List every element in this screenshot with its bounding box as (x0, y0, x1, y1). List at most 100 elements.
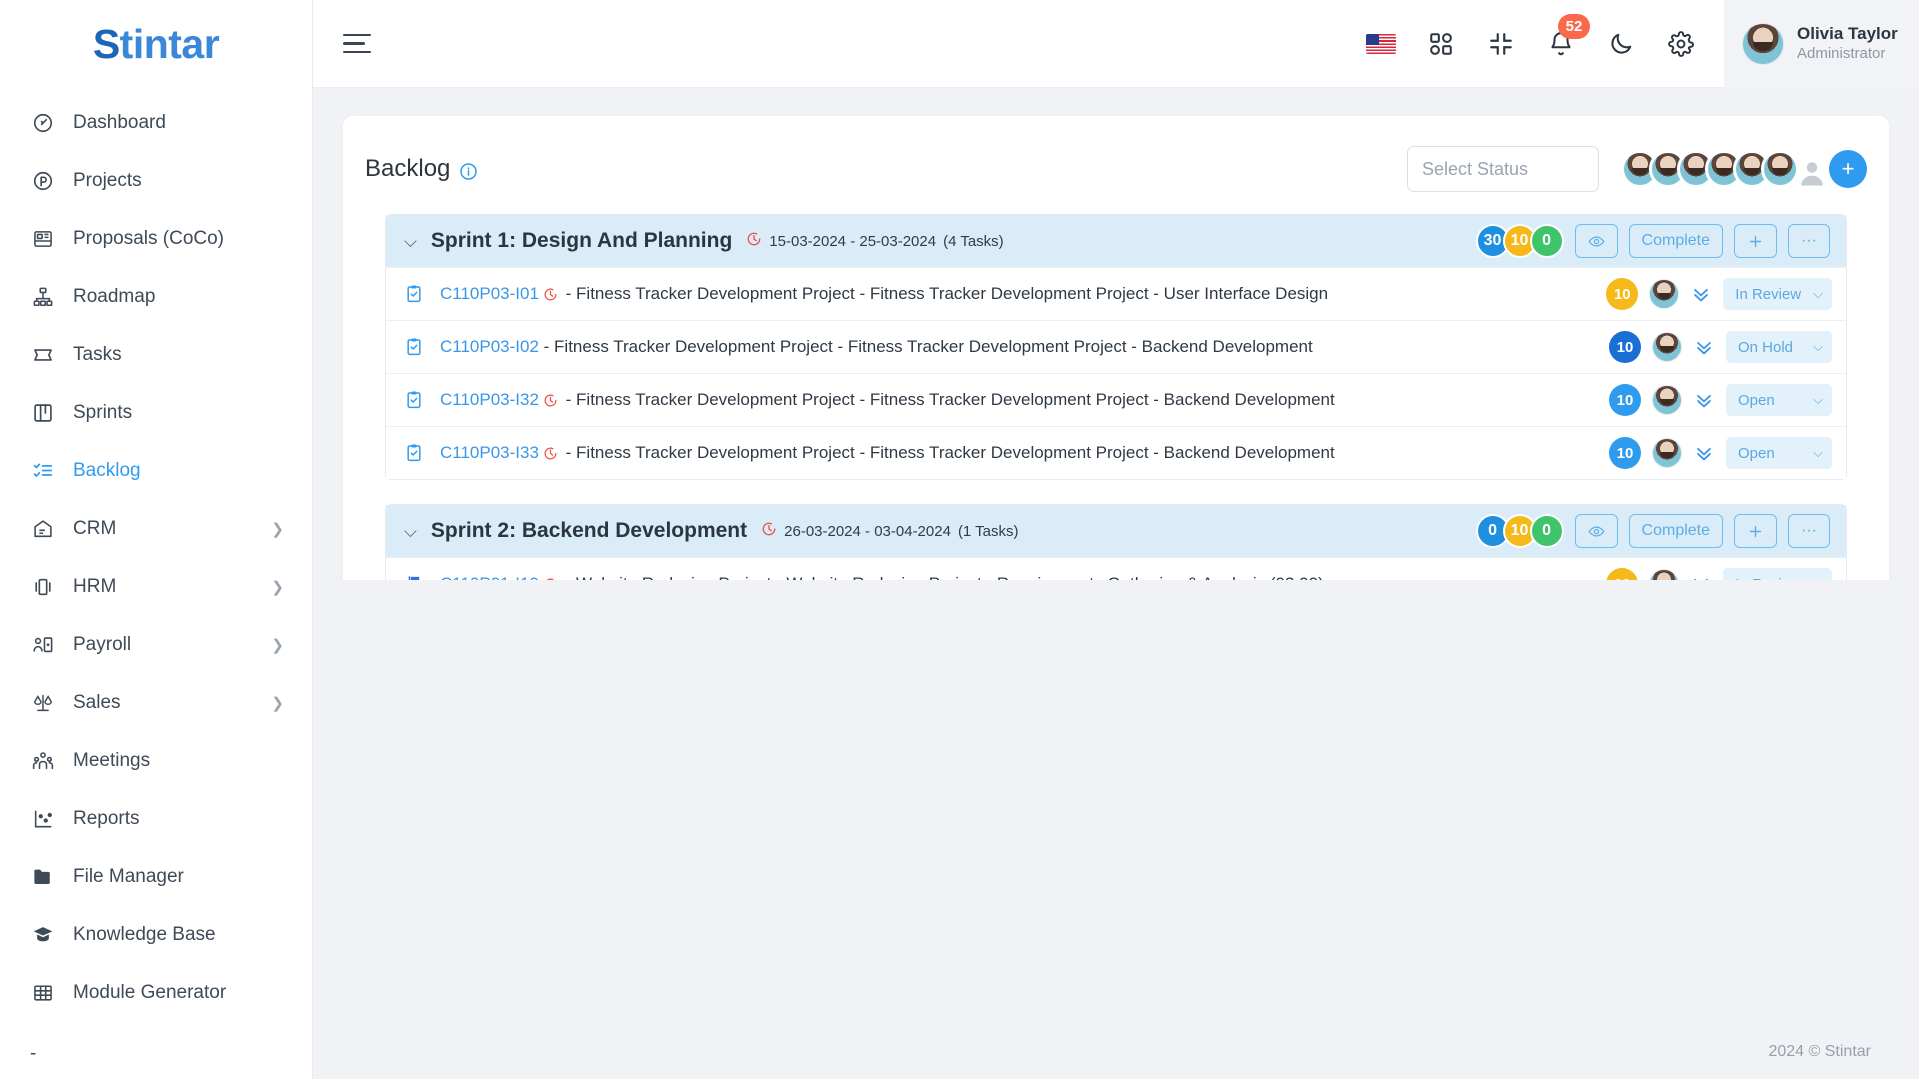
member-avatar[interactable] (1761, 150, 1799, 188)
double-chevron-down-icon[interactable] (1690, 283, 1712, 305)
moon-icon[interactable] (1604, 27, 1638, 61)
brand-logo[interactable]: Stintar (0, 0, 312, 88)
task-assignee-avatar[interactable] (1652, 438, 1682, 468)
task-row-controls: 10 Open ⌵ (1591, 384, 1832, 416)
task-status-label: Open (1738, 444, 1775, 462)
sidebar-item-hrm[interactable]: HRM ❯ (0, 558, 312, 616)
preview-sprint-button[interactable] (1574, 224, 1618, 258)
roadmap-icon (30, 284, 56, 310)
projects-icon (30, 168, 56, 194)
add-task-button[interactable] (1734, 514, 1778, 548)
red-clock-icon (543, 446, 558, 461)
chevron-right-icon: ❯ (271, 520, 284, 538)
task-key[interactable]: C110P03-I32 (440, 390, 539, 409)
task-row-controls: 10 In Review ⌵ (1588, 278, 1832, 310)
collapse-fullscreen-icon[interactable] (1484, 27, 1518, 61)
chevron-down-icon[interactable]: ⌵ (404, 233, 417, 250)
task-key[interactable]: C110P03-I33 (440, 443, 539, 462)
user-name: Olivia Taylor (1797, 24, 1898, 44)
sidebar-item-label: CRM (73, 518, 117, 539)
sprint-groups: ⌵ Sprint 1: Design And Planning 15-03-2024… (365, 214, 1867, 580)
chevron-right-icon: ❯ (271, 694, 284, 712)
task-status-dropdown[interactable]: Open ⌵ (1726, 437, 1832, 469)
sidebar-item-sales[interactable]: Sales ❯ (0, 674, 312, 732)
add-task-button[interactable] (1734, 224, 1778, 258)
task-status-dropdown[interactable]: In Review⌵ (1723, 568, 1832, 580)
sidebar-item-projects[interactable]: Projects (0, 152, 312, 210)
page-title: Backlog (365, 155, 478, 183)
user-profile-menu[interactable]: Olivia Taylor Administrator (1724, 0, 1919, 88)
user-profile-text: Olivia Taylor Administrator (1797, 23, 1898, 64)
sidebar-nav: Dashboard Projects Proposals (CoCo) Roadmap… (0, 88, 312, 1043)
task-row[interactable]: C110P03-I33 - Fitness Tracker Developmen… (386, 426, 1846, 479)
red-clock-icon (543, 287, 558, 302)
sidebar-item-crm[interactable]: CRM ❯ (0, 500, 312, 558)
page-title-text: Backlog (365, 155, 451, 182)
sidebar-item-sprints[interactable]: Sprints (0, 384, 312, 442)
red-clock-icon (543, 393, 558, 408)
topbar-icons: 52 (1364, 13, 1724, 61)
sidebar-item-payroll[interactable]: Payroll ❯ (0, 616, 312, 674)
preview-sprint-button[interactable] (1574, 514, 1618, 548)
task-assignee-avatar[interactable] (1649, 279, 1680, 309)
complete-sprint-button[interactable]: Complete (1628, 514, 1724, 548)
task-description: - Fitness Tracker Development Project - … (538, 337, 1313, 356)
sidebar-item-label: Backlog (73, 460, 141, 481)
sidebar-item-label: Sales (73, 692, 121, 713)
task-description: - Fitness Tracker Development Project - … (560, 443, 1335, 462)
task-status-dropdown[interactable]: On Hold ⌵ (1726, 331, 1832, 363)
double-chevron-down-icon[interactable] (1693, 389, 1715, 411)
sidebar-item-label: Projects (73, 170, 142, 191)
footer: 2024 © Stintar (1768, 1043, 1871, 1060)
us-flag-glyph (1366, 33, 1396, 54)
task-assignee-avatar[interactable] (1652, 385, 1682, 415)
task-title: C110P03-I33 - Fitness Tracker Developmen… (440, 443, 1335, 463)
chevron-down-icon: ⌵ (1813, 286, 1823, 301)
task-status-dropdown[interactable]: In Review⌵ (1723, 278, 1832, 310)
sidebar-item-reports[interactable]: Reports (0, 790, 312, 848)
chevron-down-icon[interactable]: ⌵ (404, 523, 417, 540)
clipboard-check-icon (404, 390, 426, 410)
task-key[interactable]: C110P03-I02 (440, 337, 539, 356)
us-flag-icon[interactable] (1364, 27, 1398, 61)
double-chevron-down-icon[interactable] (1693, 336, 1715, 358)
info-icon[interactable] (459, 160, 478, 180)
clipboard-check-icon (404, 284, 426, 304)
sprint-more-button[interactable]: ··· (1788, 224, 1830, 258)
task-row[interactable]: C110P03-I01 - Fitness Tracker Developmen… (386, 267, 1846, 320)
task-key[interactable]: C110P03-I01 (440, 284, 539, 303)
sidebar-item-module-generator[interactable]: Module Generator (0, 964, 312, 1022)
sidebar-item-meetings[interactable]: Meetings (0, 732, 312, 790)
add-member-button[interactable]: + (1829, 150, 1867, 188)
sidebar-item-backlog[interactable]: Backlog (0, 442, 312, 500)
sidebar-item-proposals-coco[interactable]: Proposals (CoCo) (0, 210, 312, 268)
sprint-header: ⌵ Sprint 1: Design And Planning 15-03-2024… (386, 215, 1846, 267)
task-assignee-avatar[interactable] (1652, 332, 1682, 362)
gear-icon[interactable] (1664, 27, 1698, 61)
sidebar-item-roadmap[interactable]: Roadmap (0, 268, 312, 326)
sidebar-item-knowledge-base[interactable]: Knowledge Base (0, 906, 312, 964)
sidebar-item-dashboard[interactable]: Dashboard (0, 94, 312, 152)
main-area: 52 Olivia Taylor Administrator Backlog S… (313, 0, 1919, 1079)
double-chevron-down-icon[interactable] (1693, 442, 1715, 464)
hamburger-icon[interactable] (343, 29, 377, 59)
bell-icon[interactable]: 52 (1544, 13, 1590, 61)
task-row[interactable]: C110P03-I32 - Fitness Tracker Developmen… (386, 373, 1846, 426)
complete-sprint-button[interactable]: Complete (1628, 224, 1724, 258)
sprint-group: ⌵ Sprint 2: Backend Development 26-03-2024… (385, 504, 1847, 580)
chevron-right-icon: ❯ (271, 578, 284, 596)
task-status-label: Open (1738, 391, 1775, 409)
sprint-more-button[interactable]: ··· (1788, 514, 1830, 548)
backlog-card: Backlog Select Status + ⌵ Sprint 1: Desi… (343, 116, 1889, 580)
graduation-cap-icon (30, 922, 56, 948)
sidebar-item-label: Dashboard (73, 112, 166, 133)
task-row[interactable]: C110P01-I19 - Website Redesign Project -… (386, 557, 1846, 580)
sidebar-item-tasks[interactable]: Tasks (0, 326, 312, 384)
sidebar-item-file-manager[interactable]: File Manager (0, 848, 312, 906)
select-status-dropdown[interactable]: Select Status (1407, 146, 1599, 192)
plus-icon (1747, 233, 1764, 250)
task-row[interactable]: C110P03-I02 - Fitness Tracker Developmen… (386, 320, 1846, 373)
task-assignee-avatar[interactable] (1649, 569, 1680, 580)
apps-grid-icon[interactable] (1424, 27, 1458, 61)
task-status-dropdown[interactable]: Open ⌵ (1726, 384, 1832, 416)
